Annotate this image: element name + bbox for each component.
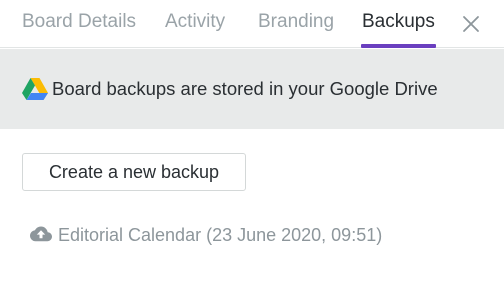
- create-backup-button[interactable]: Create a new backup: [22, 153, 246, 191]
- backup-name: Editorial Calendar (23 June 2020, 09:51): [58, 225, 383, 245]
- tab-backups[interactable]: Backups: [362, 10, 435, 34]
- board-settings-dialog: Board Details Activity Branding Backups …: [0, 0, 504, 304]
- banner-message: Board backups are stored in your Google …: [52, 78, 438, 99]
- close-icon: [463, 16, 479, 32]
- cloud-upload-icon: [30, 226, 52, 242]
- tab-board-details[interactable]: Board Details: [22, 10, 136, 34]
- tab-activity[interactable]: Activity: [165, 10, 225, 34]
- tab-branding[interactable]: Branding: [258, 10, 334, 34]
- active-tab-indicator: [361, 44, 436, 48]
- tab-bar: Board Details Activity Branding Backups: [0, 0, 504, 48]
- close-button[interactable]: [459, 12, 483, 36]
- google-drive-info-banner: Board backups are stored in your Google …: [0, 49, 504, 129]
- google-drive-icon: [22, 78, 48, 100]
